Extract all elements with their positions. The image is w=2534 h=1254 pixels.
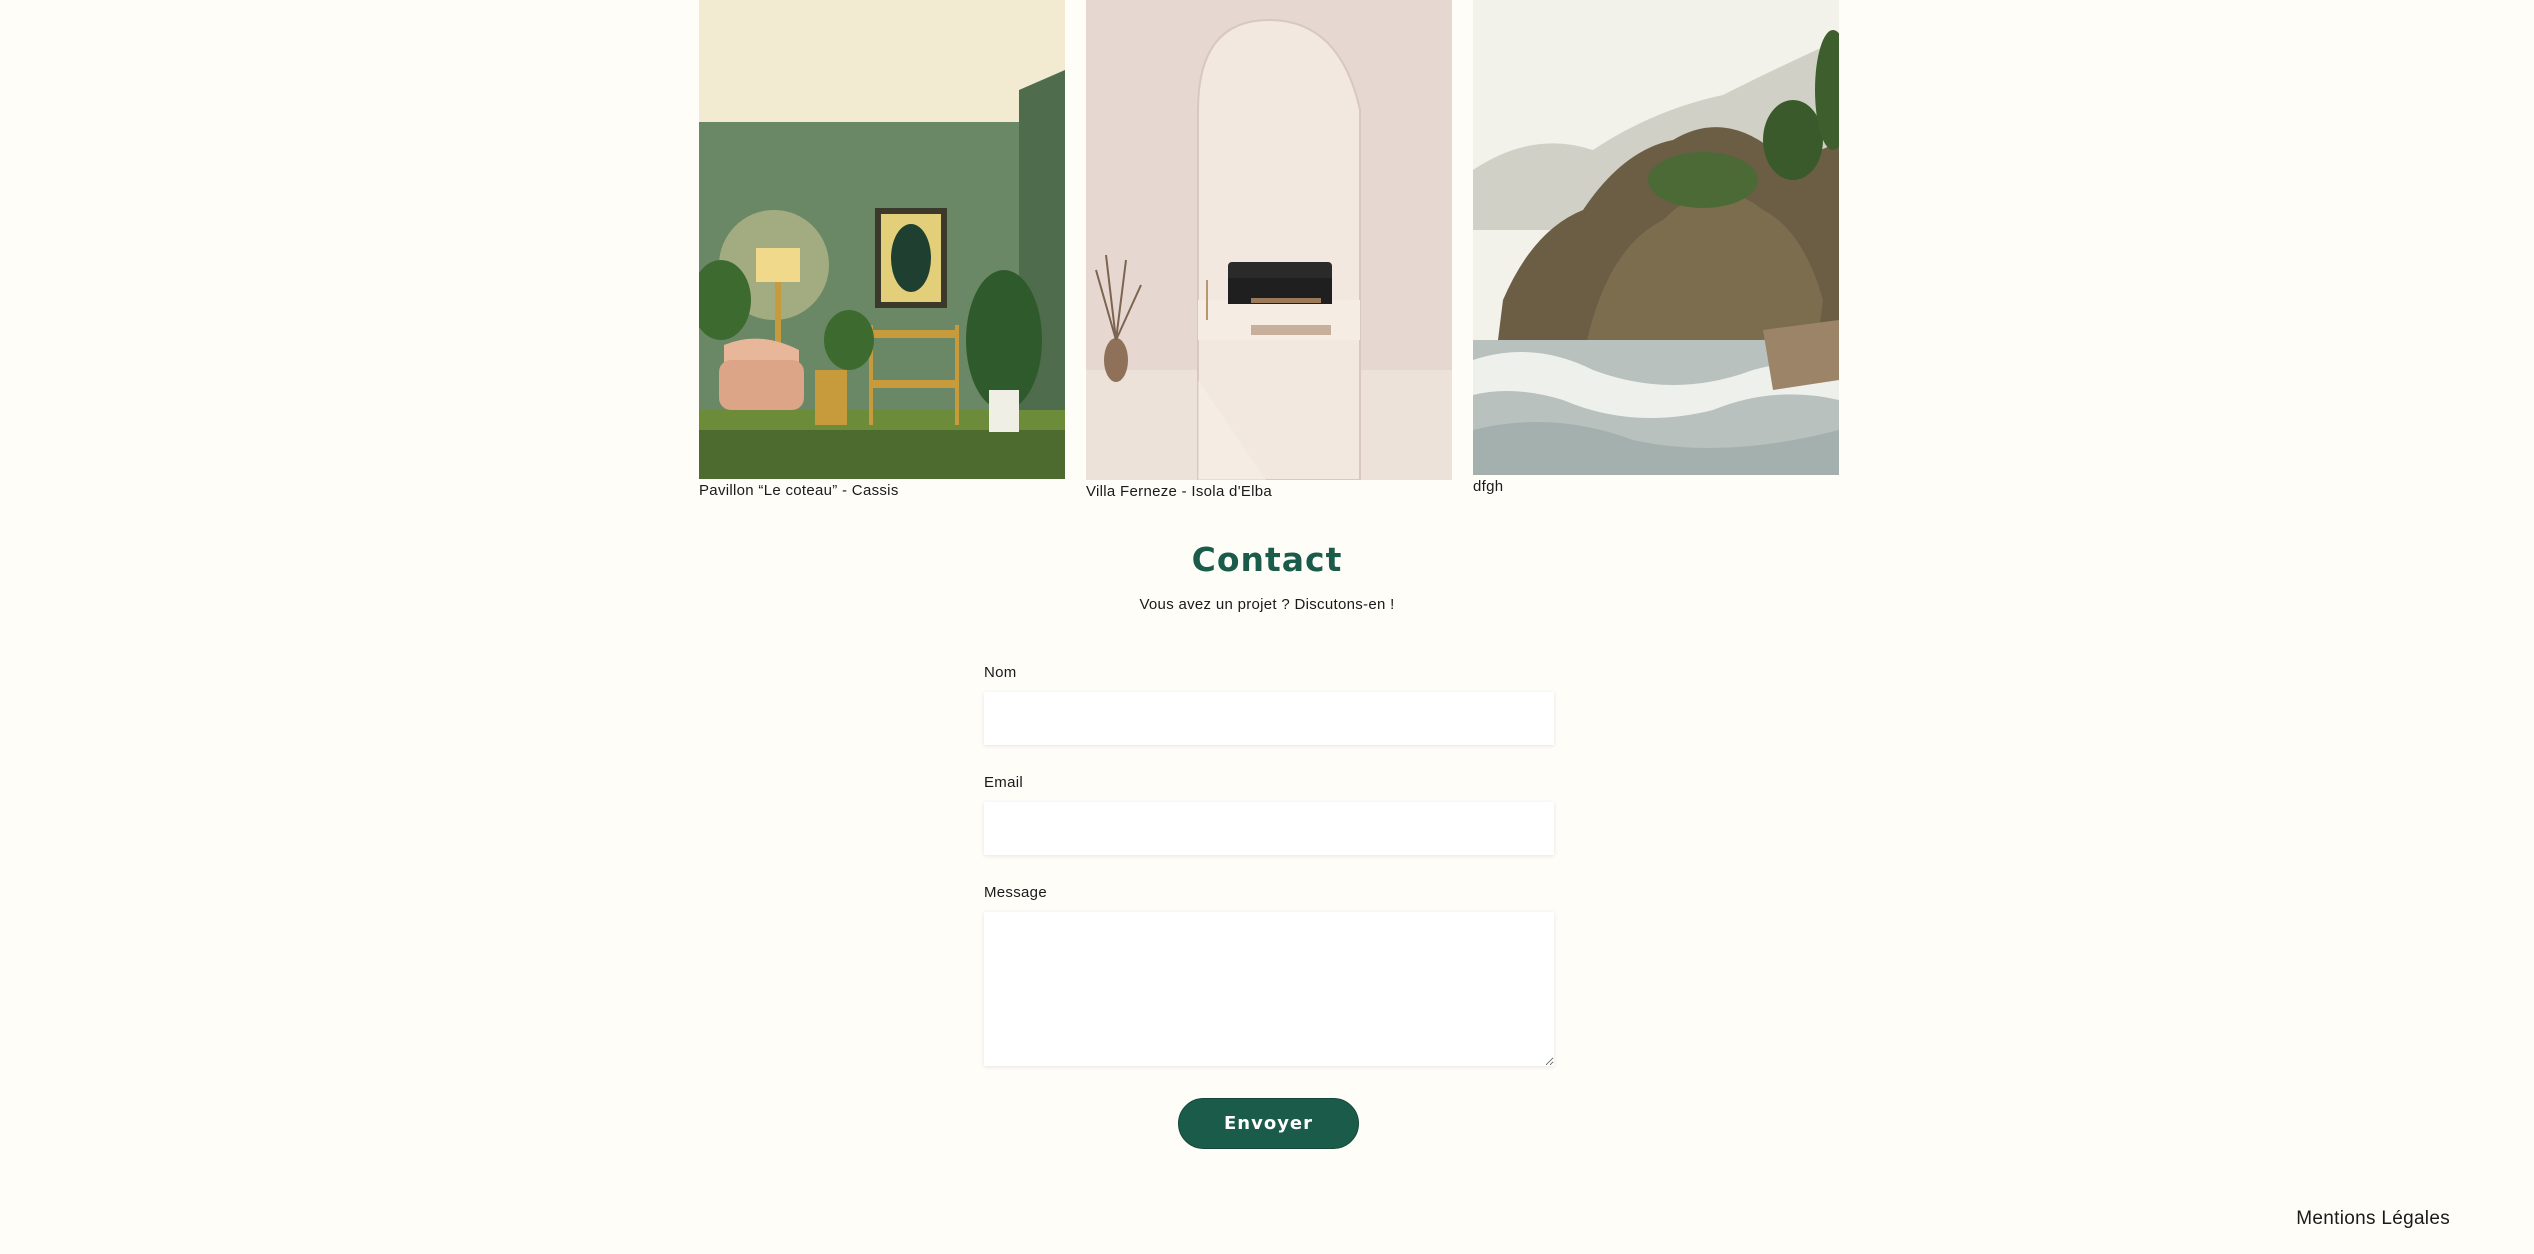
- green-living-room-photo[interactable]: [699, 0, 1065, 479]
- send-button[interactable]: Envoyer: [1178, 1098, 1359, 1149]
- project-card[interactable]: Villa Ferneze - Isola d'Elba: [1086, 0, 1452, 500]
- project-gallery: Pavillon “Le coteau” - Cassis Villa Fern…: [699, 0, 1839, 510]
- email-field[interactable]: [984, 802, 1554, 855]
- project-caption: dfgh: [1473, 478, 1504, 495]
- message-label: Message: [984, 884, 1047, 901]
- name-label: Nom: [984, 664, 1017, 681]
- email-label: Email: [984, 774, 1024, 791]
- project-card[interactable]: Pavillon “Le coteau” - Cassis: [699, 0, 1065, 499]
- contact-title: Contact: [1191, 540, 1343, 579]
- contact-form: Nom Email Message: [984, 662, 1554, 1066]
- project-caption: Pavillon “Le coteau” - Cassis: [699, 482, 899, 499]
- coastal-rocks-photo[interactable]: [1473, 0, 1839, 475]
- name-field[interactable]: [984, 692, 1554, 745]
- project-caption: Villa Ferneze - Isola d'Elba: [1086, 483, 1273, 500]
- submit-container: Envoyer: [1178, 1098, 1359, 1149]
- legal-notice-link[interactable]: Mentions Légales: [2296, 1208, 2450, 1230]
- contact-subtitle: Vous avez un projet ? Discutons-en !: [1139, 596, 1395, 613]
- project-card[interactable]: dfgh: [1473, 0, 1839, 495]
- contact-section: Contact Vous avez un projet ? Discutons-…: [0, 530, 2534, 613]
- message-field[interactable]: [984, 912, 1554, 1066]
- arched-hallway-photo[interactable]: [1086, 0, 1452, 480]
